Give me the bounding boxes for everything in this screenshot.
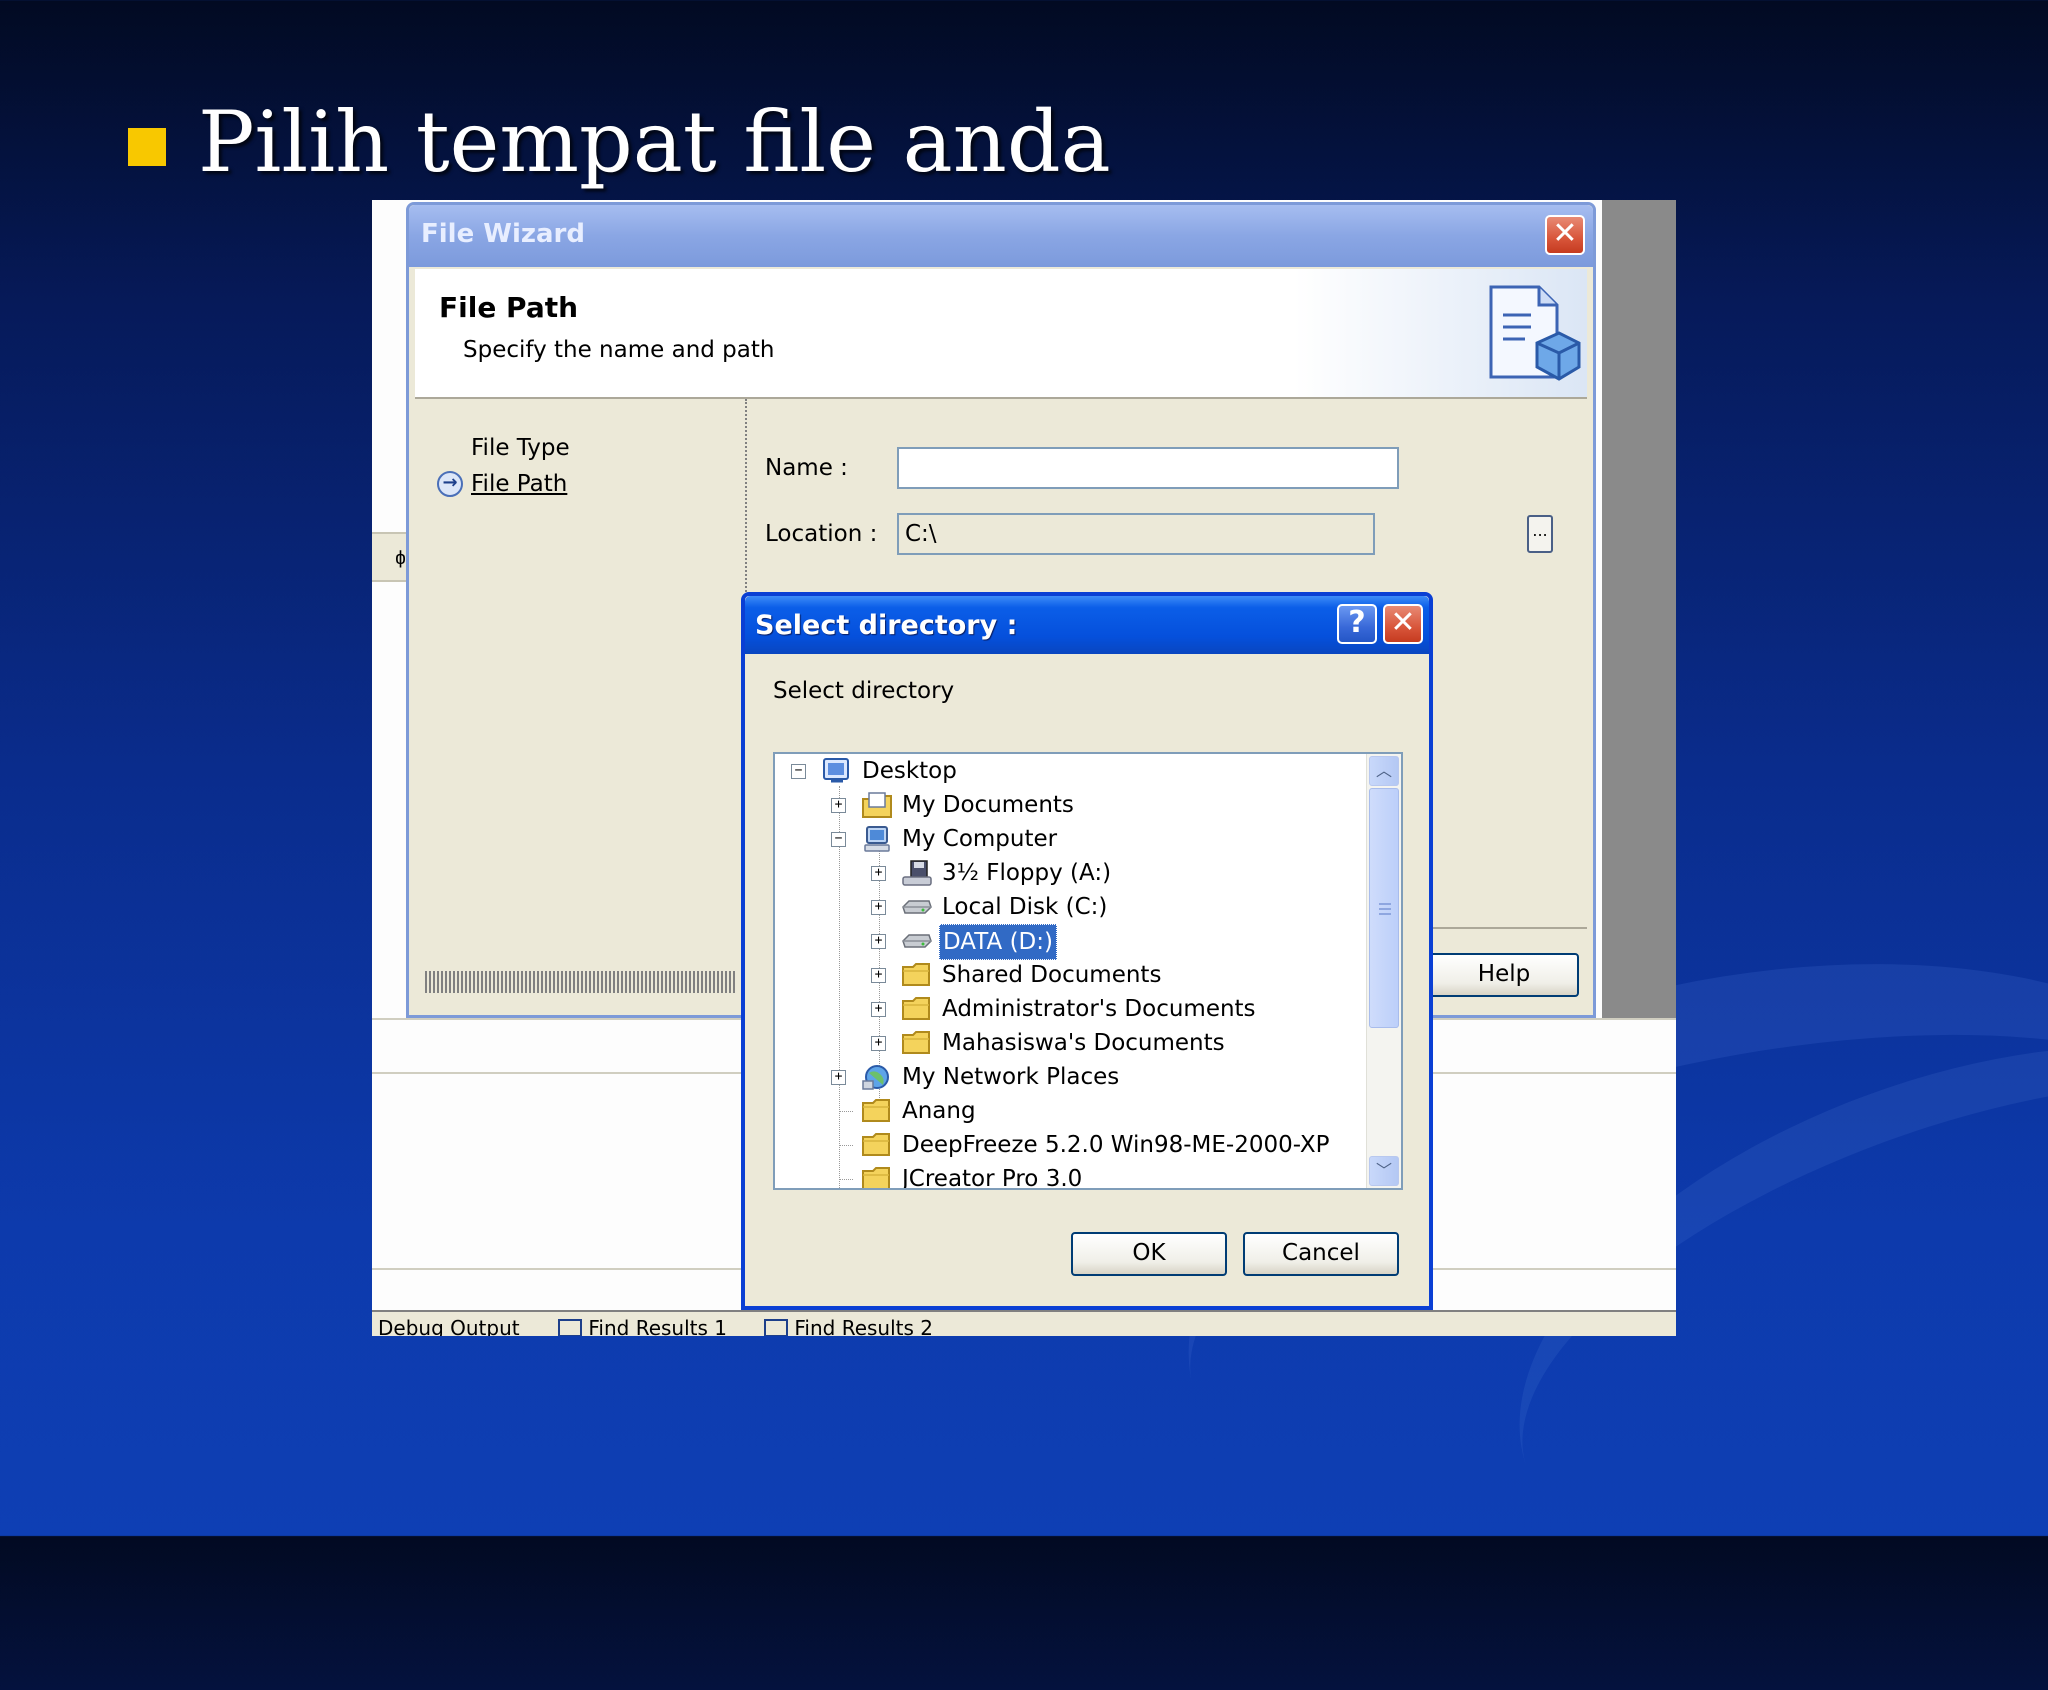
tree-item-label: My Computer (902, 826, 1058, 852)
desktop-icon (823, 758, 849, 783)
progress-hatch (425, 971, 735, 993)
expand-toggle[interactable]: + (871, 934, 886, 949)
ide-gray-background (1602, 200, 1676, 1018)
find-results-icon (558, 1319, 582, 1336)
tree-item-label-selected: DATA (D:) (939, 924, 1057, 960)
drive-icon (902, 934, 932, 948)
folder-icon (902, 963, 930, 986)
current-step-arrow-icon: → (437, 471, 463, 497)
document-cubes-icon (1489, 285, 1581, 381)
folder-icon (862, 1167, 890, 1188)
grip-line (1379, 908, 1391, 910)
grip-line (1379, 913, 1391, 915)
slide-title: Pilih tempat file anda (198, 93, 1111, 191)
expand-toggle[interactable]: + (831, 1070, 846, 1085)
location-field[interactable]: C:\ (897, 513, 1375, 555)
tree-item-label: 3½ Floppy (A:) (942, 860, 1112, 886)
dialog-title: Select directory : (755, 610, 1018, 641)
tree-item-label: Administrator's Documents (942, 996, 1256, 1022)
tree-item-label: JCreator Pro 3.0 (902, 1166, 1083, 1190)
help-button[interactable]: Help (1429, 953, 1579, 997)
tree-connector (839, 1111, 853, 1112)
tree-item-label: Mahasiswa's Documents (942, 1030, 1225, 1056)
tree-item-label: My Documents (902, 792, 1074, 818)
tree-item-label: Shared Documents (942, 962, 1162, 988)
ide-side-tab[interactable]: ф (372, 532, 410, 582)
wizard-title: File Wizard (421, 219, 585, 249)
dialog-titlebar[interactable]: Select directory : ? ✕ (745, 596, 1429, 654)
scroll-up-button[interactable]: ︿ (1369, 756, 1399, 786)
tab-find-results-1[interactable]: Find Results 1 (558, 1316, 727, 1336)
directory-tree[interactable]: − Desktop + My Documents − My Computer +… (773, 752, 1403, 1190)
expand-toggle[interactable]: + (831, 798, 846, 813)
dialog-help-button[interactable]: ? (1337, 604, 1377, 644)
cancel-button[interactable]: Cancel (1243, 1232, 1399, 1276)
tree-item-label: Desktop (862, 758, 957, 784)
wizard-titlebar[interactable]: File Wizard ✕ (409, 205, 1593, 267)
floppy-icon (902, 860, 932, 886)
tab-find-results-2[interactable]: Find Results 2 (764, 1316, 933, 1336)
wizard-close-button[interactable]: ✕ (1545, 215, 1585, 255)
chevron-up-icon: ︿ (1375, 761, 1392, 780)
grip-line (1379, 903, 1391, 905)
location-label: Location : (765, 521, 878, 547)
close-icon: ✕ (1552, 216, 1578, 251)
name-label: Name : (765, 455, 848, 481)
tree-item-label: Local Disk (C:) (942, 894, 1108, 920)
tree-connector (839, 1179, 853, 1180)
folder-icon (862, 1133, 890, 1156)
tree-item-label: My Network Places (902, 1064, 1120, 1090)
scroll-down-button[interactable]: ﹀ (1369, 1156, 1399, 1186)
tree-connector (839, 1145, 853, 1146)
folder-icon (902, 997, 930, 1020)
dialog-caption: Select directory (773, 678, 955, 704)
tab-debug-output[interactable]: Debug Output (378, 1316, 520, 1336)
ok-button[interactable]: OK (1071, 1232, 1227, 1276)
step-file-type[interactable]: File Type (471, 435, 570, 461)
scroll-thumb[interactable] (1369, 788, 1399, 1028)
my-documents-icon (862, 792, 892, 818)
tree-item-label: DeepFreeze 5.2.0 Win98-ME-2000-XP (902, 1132, 1330, 1158)
folder-icon (862, 1099, 890, 1122)
find-results-icon (764, 1319, 788, 1336)
drive-icon (902, 900, 932, 914)
expand-toggle[interactable]: + (871, 866, 886, 881)
wizard-steps-panel: File Type → File Path (415, 399, 747, 1011)
tree-item-label: Anang (902, 1098, 976, 1124)
name-field[interactable] (897, 447, 1399, 489)
header-title: File Path (439, 291, 579, 324)
close-icon: ✕ (1390, 605, 1416, 640)
collapse-toggle[interactable]: − (831, 832, 846, 847)
expand-toggle[interactable]: + (871, 900, 886, 915)
question-icon: ? (1348, 605, 1366, 640)
my-computer-icon (864, 826, 890, 852)
expand-toggle[interactable]: + (871, 1002, 886, 1017)
expand-toggle[interactable]: + (871, 1036, 886, 1051)
wizard-header: File Path Specify the name and path (415, 269, 1587, 399)
tree-scrollbar[interactable]: ︿ ﹀ (1366, 754, 1401, 1188)
browse-button[interactable]: ... (1527, 515, 1553, 553)
select-directory-dialog: Select directory : ? ✕ Select directory … (741, 592, 1433, 1310)
ide-output-tabs: Debug Output Find Results 1 Find Results… (372, 1310, 1676, 1336)
step-file-path[interactable]: File Path (471, 471, 567, 497)
header-subtitle: Specify the name and path (463, 337, 775, 363)
chevron-down-icon: ﹀ (1375, 1161, 1392, 1180)
network-icon (862, 1065, 889, 1090)
dialog-close-button[interactable]: ✕ (1383, 604, 1423, 644)
slide-bullet (128, 128, 166, 166)
collapse-toggle[interactable]: − (791, 764, 806, 779)
folder-icon (902, 1031, 930, 1054)
expand-toggle[interactable]: + (871, 968, 886, 983)
